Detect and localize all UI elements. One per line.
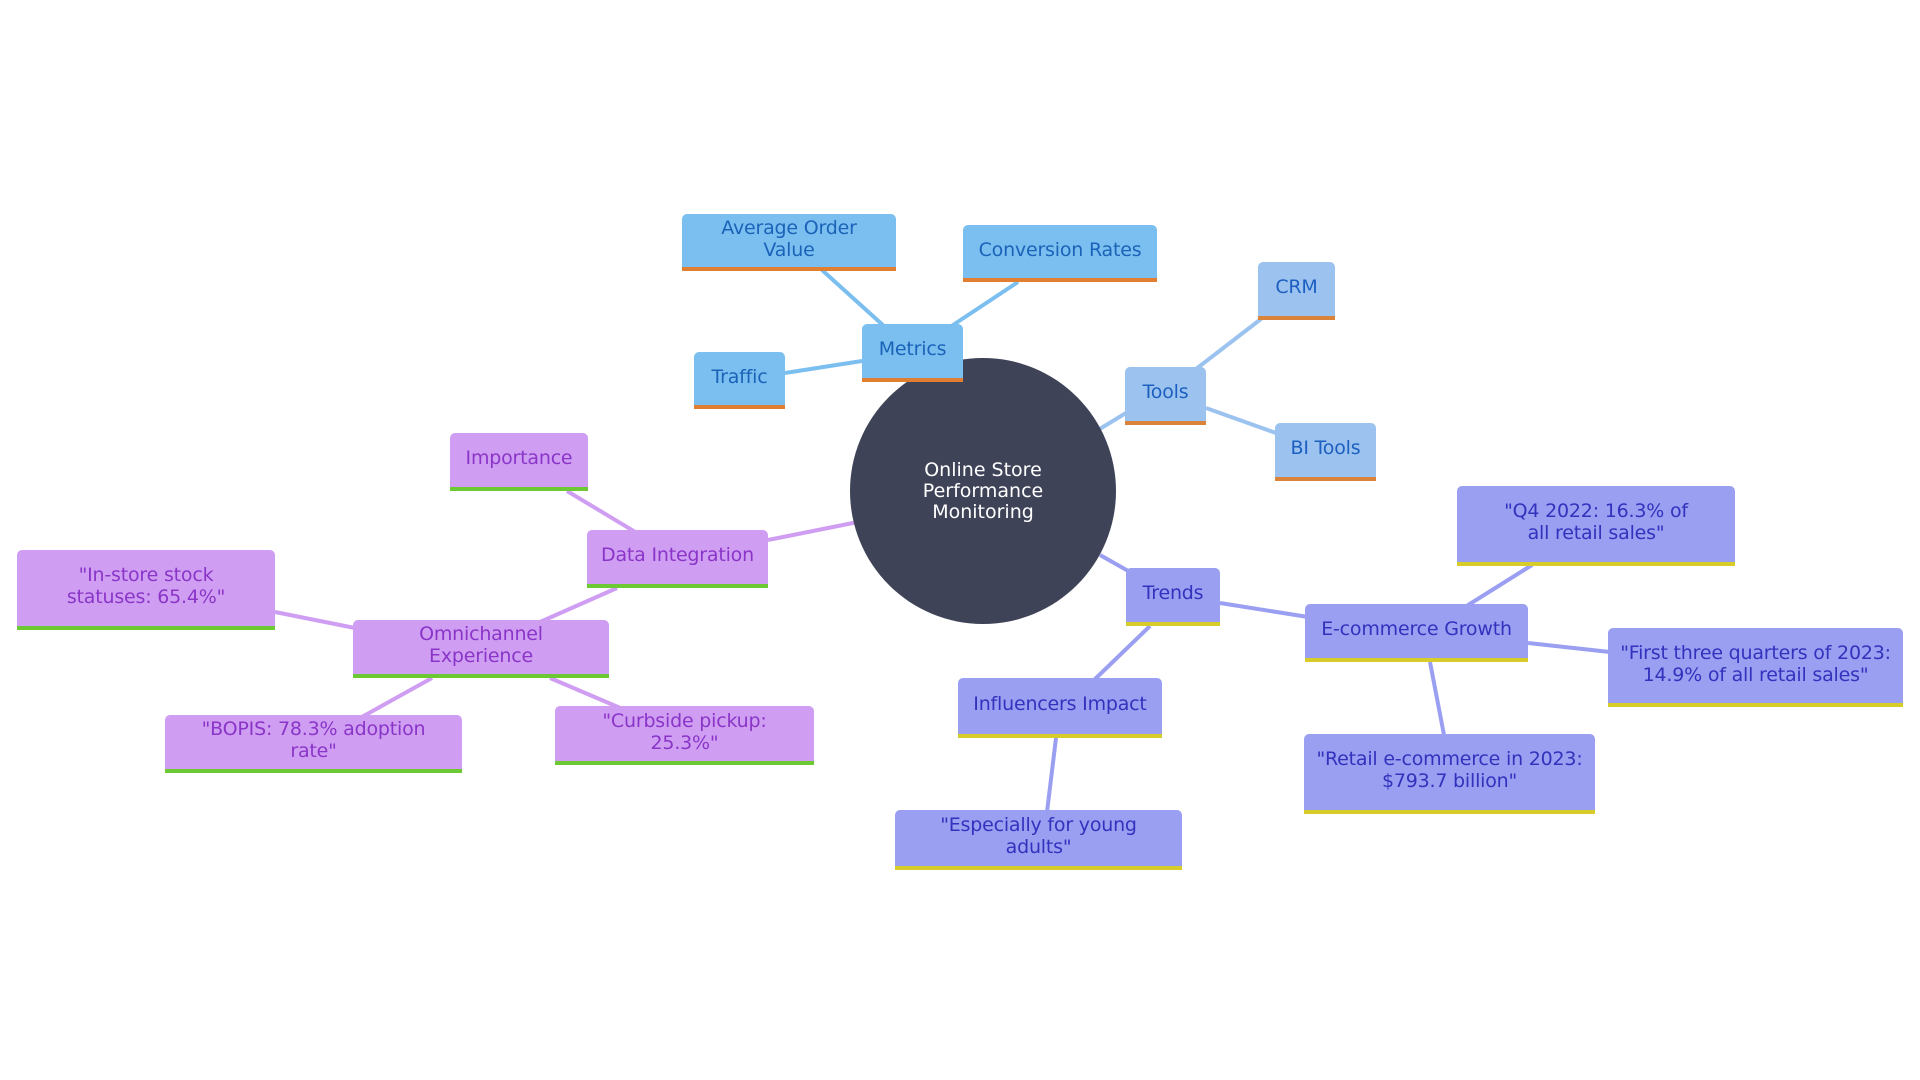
node-label: Omnichannel Experience (419, 623, 543, 667)
edge-root-data-integration (767, 520, 859, 542)
node-in-store-stock-statuses[interactable]: "In-store stock statuses: 65.4%" (17, 550, 275, 630)
node-q4-2022[interactable]: "Q4 2022: 16.3% of all retail sales" (1457, 486, 1735, 566)
node-label: Importance (465, 447, 573, 469)
node-especially-young-adults[interactable]: "Especially for young adults" (895, 810, 1182, 870)
edge-data-integration-omnichannel (539, 586, 618, 624)
node-data-integration[interactable]: Data Integration (587, 530, 768, 588)
root-label: Online Store Performance Monitoring (922, 458, 1044, 523)
edge-root-tools (1096, 411, 1128, 432)
node-label: Influencers Impact (973, 693, 1147, 715)
node-traffic[interactable]: Traffic (694, 352, 785, 409)
node-label: BI Tools (1290, 437, 1361, 459)
node-bi-tools[interactable]: BI Tools (1275, 423, 1376, 481)
node-label: "Q4 2022: 16.3% of all retail sales" (1504, 500, 1688, 544)
node-influencers-impact[interactable]: Influencers Impact (958, 678, 1162, 738)
node-label: CRM (1275, 276, 1318, 298)
node-label: "First three quarters of 2023: 14.9% of … (1620, 641, 1891, 686)
node-label: "Curbside pickup: 25.3%" (602, 709, 767, 754)
node-label: Data Integration (601, 544, 754, 566)
root-node[interactable]: Online Store Performance Monitoring (850, 358, 1116, 624)
node-label: Average Order Value (721, 216, 857, 261)
node-label: Metrics (878, 338, 947, 360)
edge-root-trends (1099, 553, 1131, 574)
node-trends[interactable]: Trends (1126, 568, 1220, 626)
node-metrics[interactable]: Metrics (862, 324, 963, 382)
edge-omnichannel-in-store (274, 610, 356, 630)
node-omnichannel-experience[interactable]: Omnichannel Experience (353, 620, 609, 678)
node-label: "Retail e-commerce in 2023: $793.7 billi… (1316, 748, 1583, 792)
node-label: Traffic (711, 365, 768, 388)
edge-ecommerce-first-three-quarters (1527, 641, 1611, 654)
edge-trends-ecommerce-growth (1219, 601, 1309, 619)
node-ecommerce-growth[interactable]: E-commerce Growth (1305, 604, 1528, 662)
node-first-three-quarters-2023[interactable]: "First three quarters of 2023: 14.9% of … (1608, 628, 1903, 707)
node-label: "In-store stock statuses: 65.4%" (66, 564, 226, 608)
node-tools[interactable]: Tools (1125, 367, 1206, 425)
node-retail-ecommerce-2023[interactable]: "Retail e-commerce in 2023: $793.7 billi… (1304, 734, 1595, 814)
node-label: E-commerce Growth (1321, 618, 1512, 640)
node-label: Conversion Rates (978, 238, 1142, 261)
edge-ecommerce-q4-2022 (1463, 563, 1534, 609)
node-average-order-value[interactable]: Average Order Value (682, 214, 896, 271)
node-label: Trends (1142, 582, 1204, 604)
node-conversion-rates[interactable]: Conversion Rates (963, 225, 1157, 282)
edge-tools-crm (1194, 317, 1263, 371)
edge-metrics-conversion-rates (948, 280, 1020, 329)
edge-tools-bi-tools (1205, 406, 1277, 435)
node-bopis[interactable]: "BOPIS: 78.3% adoption rate" (165, 715, 462, 773)
edge-metrics-average-order-value (820, 268, 887, 329)
edge-influencers-young-adults (1045, 737, 1058, 813)
node-label: "BOPIS: 78.3% adoption rate" (201, 718, 426, 762)
node-curbside-pickup[interactable]: "Curbside pickup: 25.3%" (555, 706, 814, 765)
node-importance[interactable]: Importance (450, 433, 588, 491)
node-label: Tools (1142, 381, 1189, 403)
edge-metrics-traffic (784, 359, 863, 375)
node-crm[interactable]: CRM (1258, 262, 1335, 320)
edge-omnichannel-bopis (359, 676, 433, 720)
edge-ecommerce-retail-2023 (1428, 661, 1446, 736)
edge-trends-influencers-impact (1090, 624, 1152, 684)
node-label: "Especially for young adults" (940, 814, 1137, 858)
edge-data-integration-importance (565, 489, 639, 535)
